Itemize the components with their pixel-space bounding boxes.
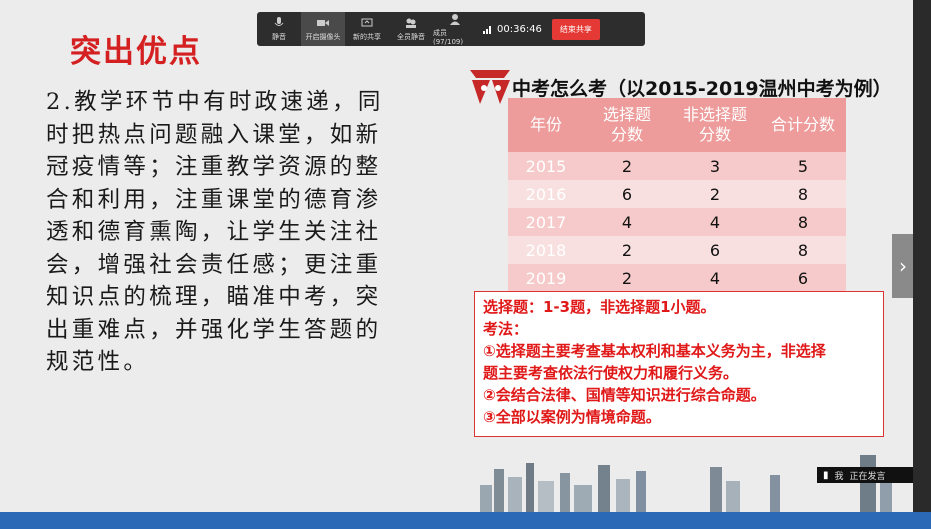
table-row: 2018 2 6 8 — [508, 236, 846, 264]
table-cell: 4 — [621, 212, 633, 232]
table-cell: 6 — [709, 240, 721, 260]
chevron-right-icon[interactable]: › — [892, 234, 914, 298]
mic-icon — [274, 16, 284, 26]
mute-all-label: 全员静音 — [397, 32, 425, 41]
table-cell: 6 — [797, 268, 809, 288]
mute-all-button[interactable]: 全员静音 — [389, 12, 433, 46]
table-row: 2015 2 3 5 — [508, 152, 846, 180]
table-cell: 6 — [621, 184, 633, 204]
table-cell: 2 — [621, 268, 633, 288]
table-cell: 2018 — [525, 240, 567, 260]
table-cell: 3 — [709, 156, 721, 176]
camera-icon — [317, 19, 329, 26]
shared-slide: 突出优点 2.教学环节中有时政速递，同 时把热点问题融入课堂，如新 冠疫情等；注… — [0, 0, 913, 517]
note-line: 考法： — [483, 320, 529, 338]
header-cell: 选择题 分数 — [602, 105, 651, 144]
participants-label: 成员(97/109) — [433, 28, 464, 46]
table-cell: 2016 — [525, 184, 567, 204]
header-cell: 合计分数 — [770, 115, 835, 134]
signal-icon — [483, 25, 491, 34]
header-cell: 非选择题 分数 — [682, 105, 747, 144]
note-line: ①选择题主要考查基本权利和基本义务为主，非选择 — [483, 342, 826, 360]
table-cell: 2015 — [525, 156, 567, 176]
end-share-button[interactable]: 结束共享 — [551, 18, 600, 40]
body-line: 规范性。 — [46, 349, 150, 375]
city-skyline-image — [480, 455, 892, 515]
table-row: 2019 2 4 6 — [508, 264, 846, 292]
slide-title: 突出优点 — [70, 34, 202, 70]
speaking-indicator: ▮ 我 正在发言 — [817, 467, 913, 483]
body-line: 2.教学环节中有时政速递，同 — [46, 89, 384, 115]
share-icon — [361, 18, 373, 26]
slide-body-text: 2.教学环节中有时政速递，同 时把热点问题融入课堂，如新 冠疫情等；注重教学资源… — [46, 86, 446, 379]
table-cell: 4 — [709, 268, 721, 288]
note-line: 选择题：1-3题，非选择题1小题。 — [483, 298, 716, 316]
bottom-bar — [0, 512, 931, 529]
audio-level-icon: ▮ — [823, 469, 829, 481]
table-cell: 5 — [797, 156, 809, 176]
body-line: 出重难点，并强化学生答题的 — [46, 316, 382, 343]
table-cell: 2 — [621, 240, 633, 260]
meeting-timer: 00:36:46 — [483, 24, 542, 35]
table-cell: 8 — [797, 240, 809, 260]
table-cell: 2 — [709, 184, 721, 204]
header-cell: 年份 — [529, 115, 562, 134]
body-line: 透和德育熏陶，让学生关注社 — [46, 219, 382, 245]
camera-label: 开启摄像头 — [305, 32, 341, 41]
note-line: ③全部以案例为情境命题。 — [483, 408, 661, 426]
mute-all-icon — [406, 18, 416, 28]
table-cell: 8 — [797, 212, 809, 232]
decorative-logo-icon — [470, 70, 510, 104]
body-line: 会，增强社会责任感；更注重 — [46, 251, 382, 278]
table-header: 年份 选择题 分数 非选择题 分数 合计分数 — [508, 98, 846, 152]
exam-figure: 中考怎么考（以2015-2019温州中考为例） 年份 选择题 分数 非选择题 分… — [470, 70, 892, 440]
mute-label: 静音 — [272, 32, 286, 41]
meeting-toolbar: 静音 开启摄像头 新的共享 全员静音 成员(97/109) 00:36:46 结… — [257, 12, 645, 46]
note-line: ②会结合法律、国情等知识进行综合命题。 — [483, 386, 766, 404]
speaking-status: 正在发言 — [849, 471, 886, 482]
note-line: 题主要考查依法行使权力和履行义务。 — [483, 364, 739, 382]
table-row: 2017 4 4 8 — [508, 208, 846, 236]
mute-button[interactable]: 静音 — [257, 12, 301, 46]
participants-icon — [450, 13, 460, 25]
participants-button[interactable]: 成员(97/109) — [433, 12, 477, 46]
table-cell: 2 — [621, 156, 633, 176]
exam-notes-box: 选择题：1-3题，非选择题1小题。 考法： ①选择题主要考查基本权利和基本义务为… — [474, 291, 884, 437]
speaker-name: 我 — [834, 471, 844, 482]
right-panel-strip — [913, 0, 931, 529]
table-cell: 2019 — [525, 268, 567, 288]
body-line: 知识点的梳理，瞄准中考，突 — [46, 284, 382, 310]
body-line: 合和利用，注重课堂的德育渗 — [46, 186, 382, 213]
timer-text: 00:36:46 — [497, 23, 542, 35]
body-line: 时把热点问题融入课堂，如新 — [46, 121, 382, 148]
table-cell: 4 — [709, 212, 721, 232]
table-row: 2016 6 2 8 — [508, 180, 846, 208]
figure-title: 中考怎么考（以2015-2019温州中考为例） — [512, 78, 892, 100]
table-cell: 2017 — [525, 212, 567, 232]
share-label: 新的共享 — [353, 32, 381, 41]
new-share-button[interactable]: 新的共享 — [345, 12, 389, 46]
body-line: 冠疫情等；注重教学资源的整 — [46, 154, 382, 180]
start-camera-button[interactable]: 开启摄像头 — [301, 12, 345, 46]
table-cell: 8 — [797, 184, 809, 204]
